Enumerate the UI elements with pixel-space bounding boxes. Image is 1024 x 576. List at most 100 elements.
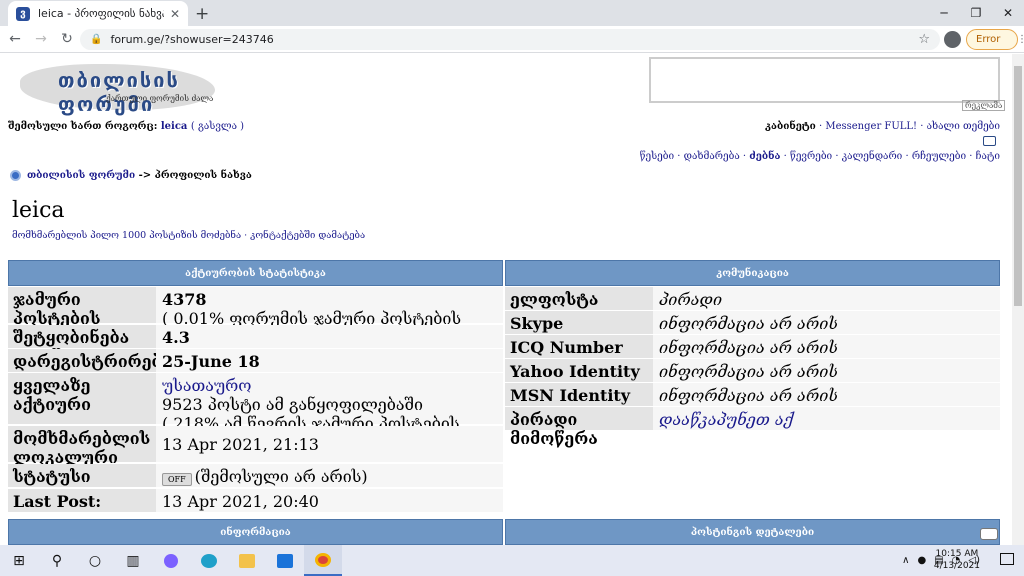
msn-value: ინფორმაცია არ არის — [653, 383, 1000, 407]
nav-favorites[interactable]: რჩეულები — [912, 151, 966, 162]
user-links: კაბინეტი · Messenger FULL! · ახალი თემებ… — [765, 121, 1000, 132]
contact-row: MSN Identity ინფორმაცია არ არის — [505, 383, 1000, 407]
forum-favicon-icon: ვ — [16, 6, 30, 21]
bookmark-star-icon[interactable]: ☆ — [918, 32, 930, 47]
nav-search[interactable]: ძებნა — [749, 151, 780, 162]
logout-link[interactable]: ( გასვლა ) — [191, 121, 244, 132]
add-contact-link[interactable]: კონტაქტებში დამატება — [250, 230, 365, 241]
ad-box[interactable] — [649, 57, 1000, 103]
tray-chevron-icon[interactable]: ∧ — [902, 555, 909, 566]
logged-in-user-link[interactable]: leica — [161, 121, 188, 132]
browser-tab[interactable]: ვ leica - პროფილის ნახვა ✕ — [8, 1, 188, 26]
taskbar-clock[interactable]: 10:15 AM 4/13/2021 — [934, 548, 980, 572]
profile-username: leica — [12, 198, 65, 223]
cortana-icon[interactable]: ○ — [76, 545, 114, 576]
status-off-badge: OFF — [162, 473, 192, 486]
message-icon[interactable] — [983, 136, 996, 146]
icq-value: ინფორმაცია არ არის — [653, 335, 1000, 359]
error-label: Error — [976, 34, 1001, 45]
status-label: სტატუსი — [8, 464, 156, 488]
total-posts-label: ჯამური პოსტების რაოდენობა — [8, 287, 156, 347]
close-tab-icon[interactable]: ✕ — [170, 7, 180, 21]
cabinet-link[interactable]: კაბინეტი — [765, 121, 816, 132]
profile-avatar-icon[interactable] — [944, 31, 961, 48]
error-button[interactable]: Error ⋮ — [966, 29, 1024, 50]
nav-rules[interactable]: წესები — [640, 151, 674, 162]
row-last-post: Last Post: 13 Apr 2021, 20:40 — [8, 489, 503, 513]
mail-icon[interactable] — [266, 545, 304, 576]
toggle-icon[interactable] — [980, 528, 998, 540]
breadcrumb-home-link[interactable]: თბილისის ფორუმი — [27, 170, 135, 181]
nav-members[interactable]: წევრები — [790, 151, 832, 162]
pm-label: პირადი მიმოწერა — [505, 407, 653, 448]
skype-value: ინფორმაცია არ არის — [653, 311, 1000, 335]
daily-label: შეტყობინება დღეში — [8, 325, 156, 366]
browser-tab-strip: ვ leica - პროფილის ნახვა ✕ + ─ ❐ ✕ — [0, 0, 1024, 26]
chrome-icon[interactable] — [304, 545, 342, 576]
ad-label: რეკლამა — [962, 100, 1006, 111]
email-label: ელფოსტა — [505, 287, 653, 311]
lock-icon[interactable]: 🔒 — [90, 34, 102, 45]
row-status: სტატუსი OFF (შემოსული არ არის) — [8, 464, 503, 488]
icq-label: ICQ Number — [505, 335, 653, 359]
menu-dots-icon[interactable]: ⋮ — [1017, 30, 1024, 49]
nav-help[interactable]: დახმარება — [684, 151, 740, 162]
window-controls: ─ ❐ ✕ — [928, 0, 1024, 26]
windows-start-icon[interactable]: ⊞ — [0, 545, 38, 576]
main-nav: წესები · დახმარება · ძებნა · წევრები · კ… — [639, 151, 1000, 162]
nav-calendar[interactable]: კალენდარი — [842, 151, 903, 162]
daily-value: 4.3 — [156, 325, 503, 349]
new-tab-button[interactable]: + — [195, 4, 209, 24]
find-posts-link[interactable]: მომხმარებლის პილო 1000 პოსტიზის მოძებნა — [12, 230, 241, 241]
page-content: თბილისის ფორუმი ქართული ფორუმის ძალა რეკ… — [0, 54, 1012, 545]
most-active-label: ყველაზე აქტიური — [8, 373, 156, 425]
last-post-value: 13 Apr 2021, 20:40 — [156, 489, 503, 513]
pm-link[interactable]: დააწკაპუნეთ აქ — [653, 407, 1000, 431]
back-icon[interactable]: ← — [4, 31, 26, 47]
nav-chat[interactable]: ჩატი — [976, 151, 1000, 162]
reload-icon[interactable]: ↻ — [56, 31, 78, 47]
status-value: (შემოსული არ არის) — [194, 467, 368, 486]
row-joined: დარეგისტრირებულია 25-June 18 — [8, 349, 503, 373]
info-header: ინფორმაცია — [8, 519, 503, 545]
most-active-cell: უსათაურო 9523 პოსტი ამ განყოფილებაში ( 2… — [156, 373, 503, 452]
notification-icon[interactable] — [1000, 553, 1014, 565]
edge-icon[interactable] — [190, 545, 228, 576]
clock-date: 4/13/2021 — [933, 561, 980, 571]
tray-app-icon[interactable]: ● — [917, 555, 926, 566]
row-daily: შეტყობინება დღეში 4.3 — [8, 325, 503, 366]
most-active-forum-link[interactable]: უსათაურო — [162, 376, 252, 395]
breadcrumb-current: პროფილის ნახვა — [154, 170, 252, 181]
most-active-posts: 9523 პოსტი ამ განყოფილებაში — [162, 395, 423, 414]
assistant-icon[interactable] — [152, 545, 190, 576]
forum-logo[interactable]: თბილისის ფორუმი ქართული ფორუმის ძალა — [20, 62, 220, 116]
browser-toolbar: ← → ↻ 🔒 forum.ge/?showuser=243746 ☆ Erro… — [0, 26, 1024, 53]
messenger-link[interactable]: Messenger FULL! — [825, 121, 917, 132]
search-icon[interactable]: ⚲ — [38, 545, 76, 576]
address-bar[interactable]: 🔒 forum.ge/?showuser=243746 ☆ — [80, 29, 940, 50]
file-explorer-icon[interactable] — [228, 545, 266, 576]
windows-taskbar: ⊞ ⚲ ○ ▥ ∧ ● ▤ ◔ ◁) 10:15 AM 4/13/2021 — [0, 545, 1024, 576]
breadcrumb: თბილისის ფორუმი -> პროფილის ნახვა — [10, 170, 252, 181]
yahoo-value: ინფორმაცია არ არის — [653, 359, 1000, 383]
forward-icon[interactable]: → — [30, 31, 52, 47]
total-posts-value: 4378 — [162, 290, 207, 309]
row-total-posts: ჯამური პოსტების რაოდენობა 4378 ( 0.01% ფ… — [8, 287, 503, 347]
task-view-icon[interactable]: ▥ — [114, 545, 152, 576]
contact-row: პირადი მიმოწერა დააწკაპუნეთ აქ — [505, 407, 1000, 448]
profile-actions-separator: · — [241, 230, 251, 241]
yahoo-label: Yahoo Identity — [505, 359, 653, 383]
logo-title: თბილისის ფორუმი — [58, 68, 180, 116]
breadcrumb-bullet-icon — [10, 170, 21, 181]
posting-details-header: პოსტინგის დეტალები — [505, 519, 1000, 545]
page-scrollbar[interactable] — [1012, 54, 1024, 545]
row-most-active: ყველაზე აქტიური უსათაურო 9523 პოსტი ამ გ… — [8, 373, 503, 452]
restore-icon[interactable]: ❐ — [960, 0, 992, 26]
new-topics-link[interactable]: ახალი თემები — [927, 121, 1000, 132]
scrollbar-thumb[interactable] — [1014, 66, 1022, 306]
row-local-time: მომხმარებლის ლოკალური დრო 13 Apr 2021, 2… — [8, 426, 503, 486]
contact-header: კომუნიკაცია — [505, 260, 1000, 286]
local-time-label: მომხმარებლის ლოკალური დრო — [8, 426, 156, 486]
minimize-icon[interactable]: ─ — [928, 0, 960, 26]
close-window-icon[interactable]: ✕ — [992, 0, 1024, 26]
